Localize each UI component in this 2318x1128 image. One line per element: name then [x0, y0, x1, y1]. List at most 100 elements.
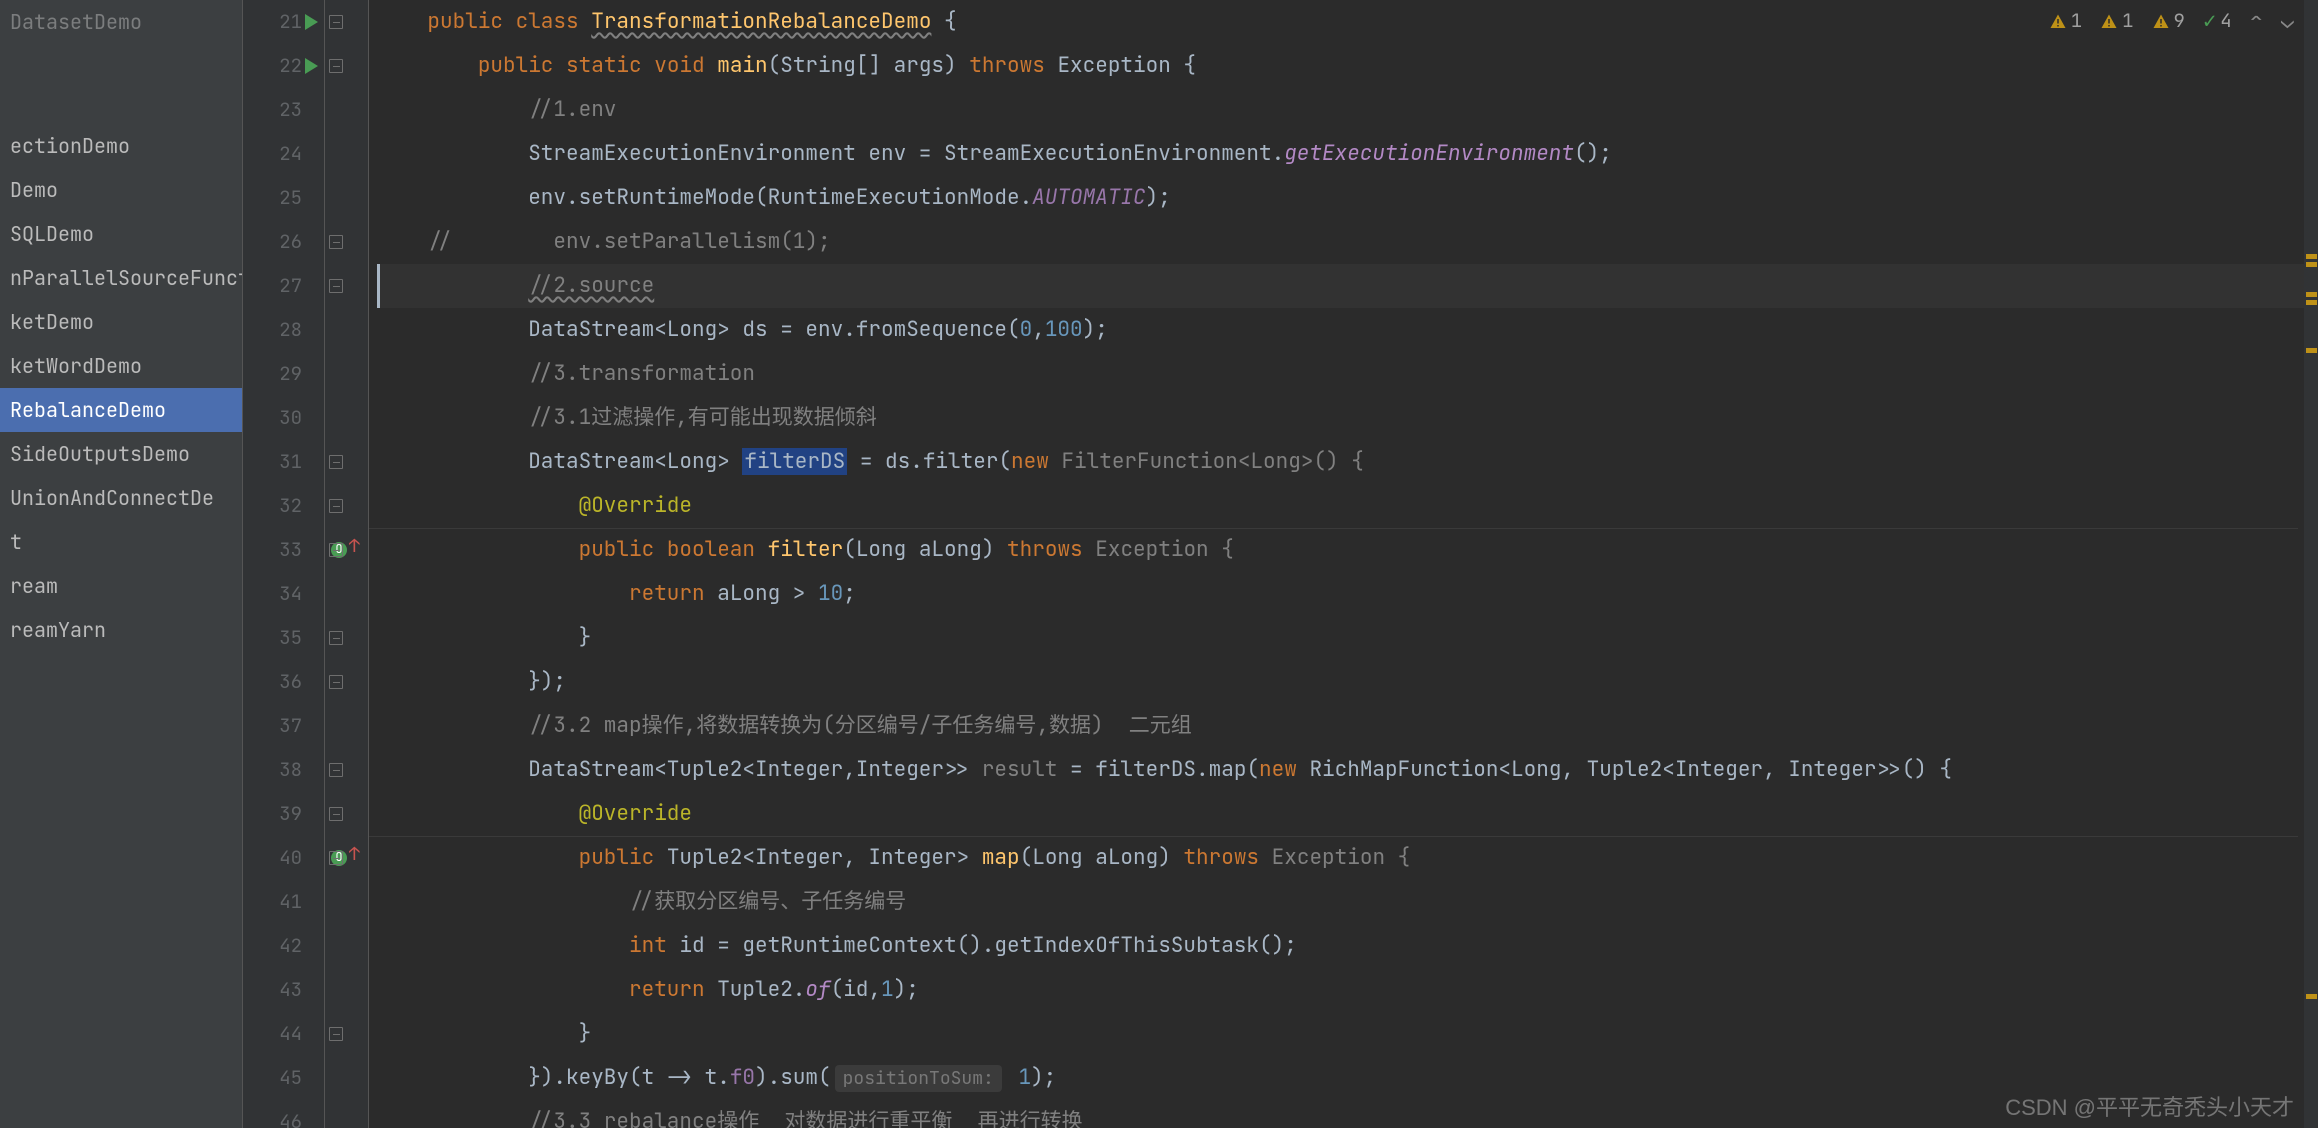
project-item[interactable]: reamYarn — [0, 608, 242, 652]
inspection-widget[interactable]: 119✓4⌃ ⌄ — [2049, 6, 2294, 35]
project-item[interactable]: nParallelSourceFuncti — [0, 256, 242, 300]
line-number[interactable]: 45 — [243, 1056, 324, 1100]
project-item[interactable] — [0, 60, 242, 76]
code-line[interactable]: //1.env — [377, 88, 2304, 132]
line-number[interactable]: 38 — [243, 748, 324, 792]
run-gutter-icon[interactable] — [305, 58, 318, 74]
code-line[interactable]: int id = getRuntimeContext().getIndexOfT… — [377, 924, 2304, 968]
fold-icon[interactable] — [329, 675, 343, 689]
project-item[interactable]: SQLDemo — [0, 212, 242, 256]
stripe-warning-mark[interactable] — [2306, 994, 2317, 999]
code-line[interactable]: public static void main(String[] args) t… — [377, 44, 2304, 88]
project-item[interactable]: RebalanceDemo — [0, 388, 242, 432]
project-panel[interactable]: DatasetDemo ectionDemoDemoSQLDemonParalle… — [0, 0, 243, 1128]
line-number[interactable]: 31 — [243, 440, 324, 484]
fold-icon[interactable] — [329, 59, 343, 73]
run-gutter-icon[interactable] — [305, 14, 318, 30]
code-line[interactable]: //2.source — [377, 264, 2304, 308]
project-item[interactable]: ream — [0, 564, 242, 608]
code-line[interactable]: DataStream<Long> ds = env.fromSequence(0… — [377, 308, 2304, 352]
project-item[interactable]: UnionAndConnectDe — [0, 476, 242, 520]
line-number[interactable]: 24 — [243, 132, 324, 176]
inspection-warning[interactable]: 1 — [2049, 8, 2082, 33]
code-line[interactable]: //3.1过滤操作,有可能出现数据倾斜 — [377, 396, 2304, 440]
fold-icon[interactable] — [329, 1027, 343, 1041]
inspection-warning[interactable]: 1 — [2100, 8, 2133, 33]
code-line[interactable]: }); — [377, 660, 2304, 704]
line-number[interactable]: 30 — [243, 396, 324, 440]
error-stripe[interactable] — [2304, 0, 2318, 1128]
project-item[interactable]: ketWordDemo — [0, 344, 242, 388]
line-number[interactable]: 21 — [243, 0, 324, 44]
fold-icon[interactable] — [329, 499, 343, 513]
inspection-warning[interactable]: 9 — [2152, 8, 2185, 33]
inspection-ok[interactable]: ✓4 — [2203, 6, 2232, 35]
project-item[interactable]: Demo — [0, 168, 242, 212]
line-number[interactable]: 40 — [243, 836, 324, 880]
code-line[interactable]: // env.setParallelism(1); — [377, 220, 2304, 264]
chevron-down-icon[interactable]: ⌄ — [2281, 6, 2294, 35]
code-line[interactable]: } — [377, 616, 2304, 660]
fold-icon[interactable] — [329, 235, 343, 249]
project-item[interactable]: ketDemo — [0, 300, 242, 344]
code-line[interactable]: @Override — [377, 792, 2304, 836]
fold-icon[interactable] — [329, 543, 343, 557]
fold-icon[interactable] — [329, 279, 343, 293]
code-line[interactable]: //获取分区编号、子任务编号 — [377, 880, 2304, 924]
fold-icon[interactable] — [329, 15, 343, 29]
line-number[interactable]: 32 — [243, 484, 324, 528]
code-line[interactable]: }).keyBy(t -> t.f0).sum(positionToSum: 1… — [377, 1056, 2304, 1100]
code-line[interactable]: public boolean filter(Long aLong) throws… — [377, 528, 2304, 572]
project-item[interactable]: DatasetDemo — [0, 0, 242, 44]
line-number[interactable]: 28 — [243, 308, 324, 352]
code-line[interactable]: public Tuple2<Integer, Integer> map(Long… — [377, 836, 2304, 880]
line-number[interactable]: 44 — [243, 1012, 324, 1056]
code-line[interactable]: DataStream<Tuple2<Integer,Integer>> resu… — [377, 748, 2304, 792]
line-number[interactable]: 27 — [243, 264, 324, 308]
code-line[interactable]: return Tuple2.of(id,1); — [377, 968, 2304, 1012]
fold-icon[interactable] — [329, 763, 343, 777]
line-number[interactable]: 34 — [243, 572, 324, 616]
fold-icon[interactable] — [329, 851, 343, 865]
fold-icon[interactable] — [329, 631, 343, 645]
code-line[interactable]: StreamExecutionEnvironment env = StreamE… — [377, 132, 2304, 176]
line-number[interactable]: 23 — [243, 88, 324, 132]
code-line[interactable]: DataStream<Long> filterDS = ds.filter(ne… — [377, 440, 2304, 484]
code-line[interactable]: } — [377, 1012, 2304, 1056]
project-item[interactable] — [0, 92, 242, 108]
project-item[interactable] — [0, 108, 242, 124]
fold-icon[interactable] — [329, 455, 343, 469]
project-item[interactable]: SideOutputsDemo — [0, 432, 242, 476]
line-number[interactable]: 25 — [243, 176, 324, 220]
code-line[interactable]: //3.transformation — [377, 352, 2304, 396]
line-number[interactable]: 33 — [243, 528, 324, 572]
stripe-warning-mark[interactable] — [2306, 348, 2317, 353]
line-number[interactable]: 41 — [243, 880, 324, 924]
project-item[interactable]: t — [0, 520, 242, 564]
code-line[interactable]: public class TransformationRebalanceDemo… — [377, 0, 2304, 44]
project-item[interactable]: ectionDemo — [0, 124, 242, 168]
code-line[interactable]: @Override — [377, 484, 2304, 528]
project-item[interactable] — [0, 44, 242, 60]
stripe-warning-mark[interactable] — [2306, 292, 2317, 297]
line-number[interactable]: 35 — [243, 616, 324, 660]
line-number[interactable]: 37 — [243, 704, 324, 748]
chevron-up-icon[interactable]: ⌃ — [2250, 6, 2263, 35]
line-number[interactable]: 22 — [243, 44, 324, 88]
stripe-warning-mark[interactable] — [2306, 262, 2317, 267]
stripe-warning-mark[interactable] — [2306, 254, 2317, 259]
project-item[interactable] — [0, 76, 242, 92]
line-number[interactable]: 26 — [243, 220, 324, 264]
line-number[interactable]: 36 — [243, 660, 324, 704]
line-number[interactable]: 43 — [243, 968, 324, 1012]
line-number[interactable]: 42 — [243, 924, 324, 968]
code-line[interactable]: //3.3 rebalance操作 对数据进行重平衡 再进行转换 — [377, 1100, 2304, 1128]
code-line[interactable]: //3.2 map操作,将数据转换为(分区编号/子任务编号,数据) 二元组 — [377, 704, 2304, 748]
code-line[interactable]: env.setRuntimeMode(RuntimeExecutionMode.… — [377, 176, 2304, 220]
code-area[interactable]: public class TransformationRebalanceDemo… — [369, 0, 2304, 1128]
fold-icon[interactable] — [329, 807, 343, 821]
line-number[interactable]: 39 — [243, 792, 324, 836]
line-number[interactable]: 29 — [243, 352, 324, 396]
line-number[interactable]: 46 — [243, 1100, 324, 1128]
stripe-warning-mark[interactable] — [2306, 300, 2317, 305]
